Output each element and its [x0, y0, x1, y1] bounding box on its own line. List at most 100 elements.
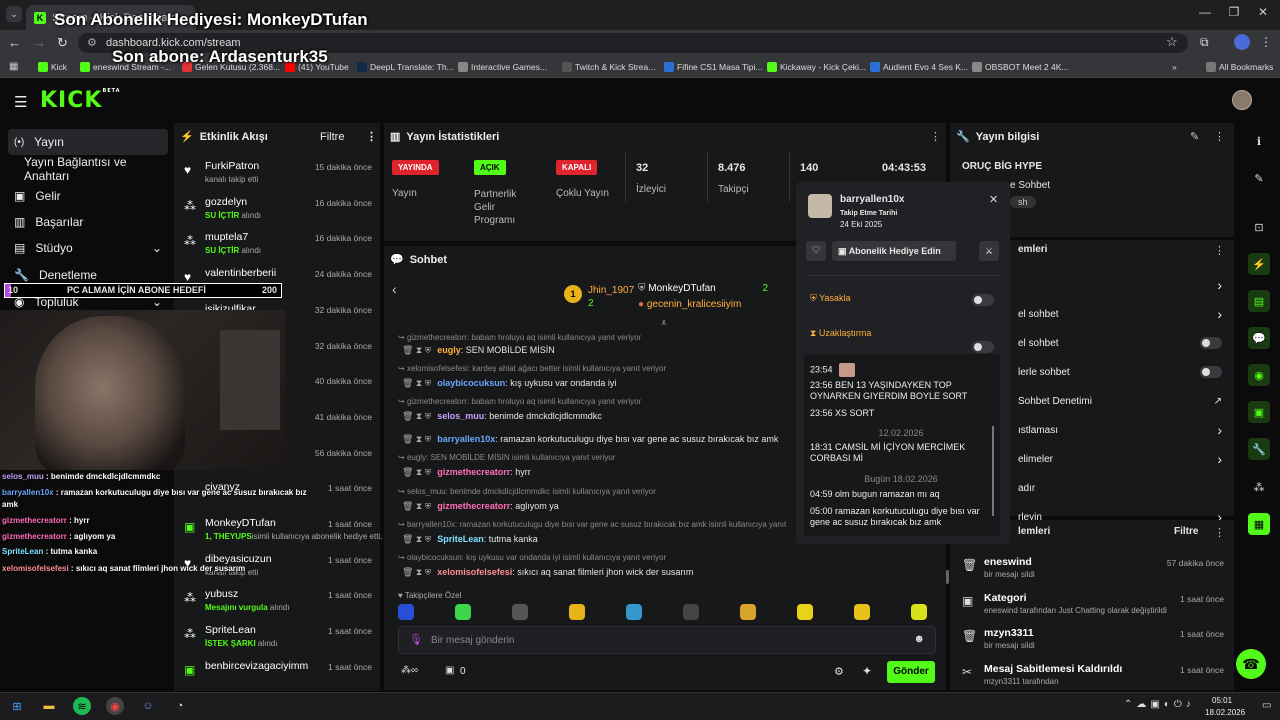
profile-avatar[interactable]	[1234, 34, 1250, 50]
stats-menu-icon[interactable]: ⋮	[930, 130, 941, 143]
emote-icon[interactable]	[911, 604, 927, 620]
emote-icon[interactable]	[398, 604, 414, 620]
minimize-icon[interactable]: —	[1196, 5, 1214, 23]
chat-username[interactable]: selos_muu	[437, 411, 484, 421]
chat-username[interactable]: barryallen10x	[437, 434, 495, 444]
sidebar-item-studyo[interactable]: ▤ Stüdyo ⌄	[8, 235, 168, 261]
chat-message[interactable]: 🗑 ⧗ ⛨ barryallen10x: ramazan korkutuculug…	[398, 434, 786, 445]
mod-action-icons[interactable]: 🗑 ⧗ ⛨	[402, 567, 431, 577]
bookmark-fifine[interactable]: Fifine CS1 Masa Tipi...	[664, 56, 763, 78]
mod-action-icons[interactable]: 🗑 ⧗ ⛨	[402, 434, 431, 444]
chat-message[interactable]: 🗑 ⧗ ⛨ eugly: SEN MOBİLDE MİSİN	[398, 345, 786, 356]
mod-action-icons[interactable]: 🗑 ⧗ ⛨	[402, 467, 431, 477]
notification-icon[interactable]: ▭	[1262, 700, 1271, 711]
windows-start-icon[interactable]: ⊞	[8, 697, 26, 715]
help-fab-icon[interactable]: ☎	[1236, 649, 1266, 679]
maximize-icon[interactable]: ❐	[1225, 5, 1243, 23]
modlog-rail-icon[interactable]: ▣	[1248, 401, 1270, 423]
emote-icon[interactable]	[512, 604, 528, 620]
reply-context[interactable]: ↪ gizmethecreatorr: babam hroluyo aq isi…	[398, 333, 786, 342]
mod-action-icons[interactable]: 🗑 ⧗ ⛨	[402, 345, 431, 355]
mod-action-icons[interactable]: 🗑 ⧗ ⛨	[402, 534, 431, 544]
mod-action-icons[interactable]: 🗑 ⧗ ⛨	[402, 501, 431, 511]
mod-actions-menu-icon[interactable]: ⋮	[1214, 526, 1225, 539]
chat-message[interactable]: 🗑 ⧗ ⛨ SpriteLean: tutma kanka	[398, 534, 786, 545]
bookmark-kickaway[interactable]: Kickaway - Kick Çeki...	[767, 56, 866, 78]
chat-rail-icon[interactable]: 💬	[1248, 327, 1270, 349]
activity-username[interactable]: SpriteLean	[205, 624, 256, 636]
mod-action-icons[interactable]: 🗑 ⧗ ⛨	[402, 411, 431, 421]
site-info-icon[interactable]: ⚙	[87, 33, 97, 53]
kick-logo[interactable]: KICKBETA	[40, 88, 121, 113]
reply-context[interactable]: ↪ xelomisofelsefesi: kardeş ahlat ağacı …	[398, 364, 786, 373]
chat-message[interactable]: 🗑 ⧗ ⛨ gizmethecreatorr: hyrr	[398, 467, 786, 478]
clock-date[interactable]: 18.02.2026	[1205, 708, 1245, 717]
chat-message[interactable]: 🗑 ⧗ ⛨ olaybicocuksun: kış uykusu var onda…	[398, 378, 786, 389]
tray-icons[interactable]: ⌃☁▣◐⏻♪	[1124, 699, 1195, 710]
info-icon[interactable]: ℹ	[1248, 130, 1270, 152]
emote-icon[interactable]	[569, 604, 585, 620]
emote-icon[interactable]	[626, 604, 642, 620]
sidebar-item-stream-key[interactable]: Yayın Bağlantısı ve Anahtarı	[8, 155, 168, 183]
close-window-icon[interactable]: ✕	[1254, 5, 1272, 23]
bookmark-twitch-kick[interactable]: Twitch & Kick Strea...	[562, 56, 655, 78]
heart-button[interactable]: ♡	[806, 241, 826, 261]
bookmark-kick[interactable]: Kick	[38, 56, 67, 78]
tab-search-button[interactable]: ⌄	[6, 6, 22, 22]
mod-tools-icon[interactable]: ✦	[862, 664, 872, 678]
activity-username[interactable]: benbircevizagaciyimm	[205, 660, 308, 672]
timeout-toggle[interactable]	[972, 341, 994, 353]
mod-action-title[interactable]: Kategori	[984, 592, 1027, 604]
chat-message[interactable]: 🗑 ⧗ ⛨ xelomisofelsefesi: sıkıcı aq sanat …	[398, 567, 786, 578]
reply-context[interactable]: ↪ eugly: SEN MOBİLDE MİSİN isimli kullan…	[398, 453, 786, 462]
bookmark-audient[interactable]: Audient Evo 4 Ses K...	[870, 56, 968, 78]
chevron-left-icon[interactable]: ‹	[392, 281, 397, 297]
user-avatar[interactable]	[1232, 90, 1252, 110]
forward-icon[interactable]: →	[33, 35, 46, 50]
sidebar-item-yayin[interactable]: (•) Yayın	[8, 129, 168, 155]
bookmark-star-icon[interactable]: ☆	[1166, 34, 1178, 50]
setting-toggle[interactable]	[1200, 366, 1222, 378]
bookmark-interactive-games[interactable]: Interactive Games...	[458, 56, 547, 78]
mod-actions-filter-button[interactable]: Filtre	[1174, 526, 1198, 537]
activity-username[interactable]: muptela7	[205, 231, 248, 243]
mod-badge-button[interactable]: ⚔	[979, 241, 999, 261]
emote-icon[interactable]	[455, 604, 471, 620]
browser-menu-icon[interactable]: ⋮	[1260, 35, 1272, 49]
stats-rail-icon[interactable]: ▤	[1248, 290, 1270, 312]
obs-icon[interactable]: ◔	[171, 697, 189, 715]
chat-settings-icon[interactable]: ⚙	[834, 665, 844, 678]
sidebar-item-basarilar[interactable]: ▥ Başarılar	[8, 209, 168, 235]
chrome-icon[interactable]: ◉	[106, 697, 124, 715]
history-scrollbar[interactable]	[992, 426, 994, 516]
reload-icon[interactable]: ↻	[57, 35, 68, 51]
bookmark-obsbot[interactable]: OBSBOT Meet 2 4K...	[972, 56, 1068, 78]
mod-action-icons[interactable]: 🗑 ⧗ ⛨	[402, 378, 431, 388]
chat-username[interactable]: SpriteLean	[437, 534, 484, 544]
close-icon[interactable]: ✕	[989, 193, 998, 206]
chat-username[interactable]: eugly	[437, 345, 461, 355]
chat-username[interactable]: xelomisofelsefesi	[437, 567, 512, 577]
stream-info-menu-icon[interactable]: ⋮	[1214, 130, 1225, 143]
emote-icon[interactable]	[854, 604, 870, 620]
ban-toggle[interactable]	[972, 294, 994, 306]
chat-settings-menu-icon[interactable]: ⋮	[1214, 244, 1225, 257]
mod-action-title[interactable]: Mesaj Sabitlemesi Kaldırıldı	[984, 663, 1122, 675]
sidebar-item-gelir[interactable]: ▣ Gelir	[8, 183, 168, 209]
chat-username[interactable]: gizmethecreatorr	[437, 467, 510, 477]
chat-message[interactable]: 🗑 ⧗ ⛨ gizmethecreatorr: aglıyom ya	[398, 501, 786, 512]
activity-username[interactable]: gozdelyn	[205, 196, 247, 208]
clock-time[interactable]: 05:01	[1212, 696, 1232, 705]
hamburger-menu-icon[interactable]: ☰	[14, 93, 27, 111]
extensions-icon[interactable]: ⧉	[1200, 35, 1209, 50]
back-icon[interactable]: ←	[8, 35, 21, 50]
chat-username[interactable]: olaybicocuksun	[437, 378, 505, 388]
channel-points-icon[interactable]: ⁂∞	[401, 665, 418, 676]
reply-context[interactable]: ↪ gizmethecreatorr: babam hroluyo aq isi…	[398, 397, 786, 406]
mod-action-title[interactable]: mzyn3311	[984, 627, 1034, 639]
edit-icon[interactable]: ✎	[1190, 130, 1199, 143]
emote-icon[interactable]	[683, 604, 699, 620]
activity-username[interactable]: FurkiPatron	[205, 160, 259, 172]
send-button[interactable]: Gönder	[887, 661, 935, 683]
activity-menu-icon[interactable]: ⋮	[366, 130, 377, 143]
